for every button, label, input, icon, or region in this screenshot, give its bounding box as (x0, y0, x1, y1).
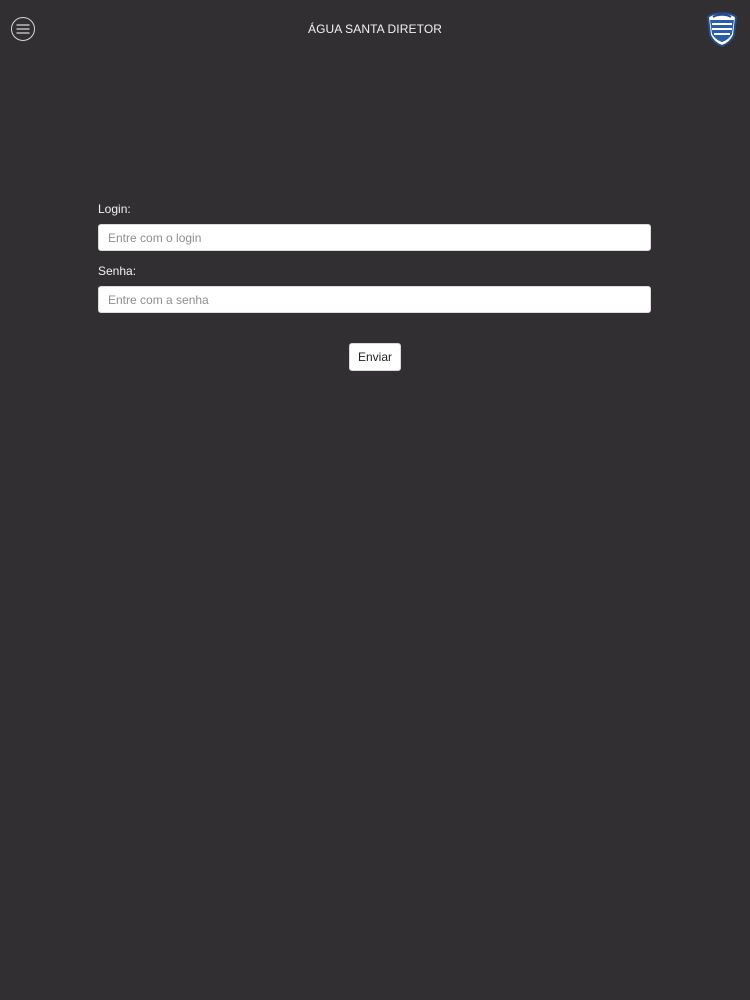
submit-area: Enviar (349, 343, 401, 371)
app-screen: ÁGUA SANTA DIRETOR Login: Senha: Enviar (0, 0, 750, 1000)
club-crest-icon[interactable] (703, 10, 741, 48)
login-label: Login: (98, 202, 131, 216)
top-bar: ÁGUA SANTA DIRETOR (0, 0, 750, 60)
submit-button[interactable]: Enviar (349, 343, 401, 371)
login-form: Login: Senha: (98, 202, 651, 313)
page-title: ÁGUA SANTA DIRETOR (307, 22, 443, 36)
login-input[interactable] (98, 224, 651, 251)
password-label: Senha: (98, 264, 137, 278)
password-input[interactable] (98, 286, 651, 313)
